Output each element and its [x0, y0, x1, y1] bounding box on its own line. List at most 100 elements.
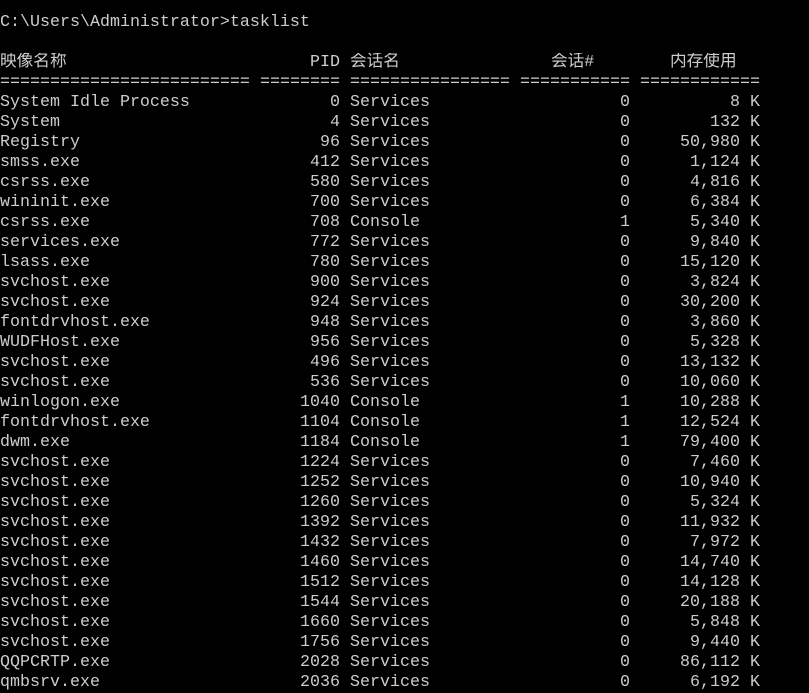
process-mem-usage: 20,188 K: [680, 593, 760, 612]
process-row: qmbsrv.exe 2036 Services 0 6,192 K: [0, 673, 809, 693]
process-session-name: Services: [350, 133, 430, 152]
process-image-name: lsass.exe: [0, 253, 90, 272]
header-session-number: 会话#: [551, 53, 595, 72]
process-session-name: Services: [350, 533, 430, 552]
process-image-name: csrss.exe: [0, 173, 90, 192]
separator-pid: ========: [260, 73, 340, 92]
process-row: fontdrvhost.exe 1104 Console 1 12,524 K: [0, 413, 809, 433]
process-row: WUDFHost.exe 956 Services 0 5,328 K: [0, 333, 809, 353]
process-pid: 900: [310, 273, 340, 292]
process-pid: 948: [310, 313, 340, 332]
process-pid: 4: [330, 113, 340, 132]
process-session-number: 0: [620, 233, 630, 252]
process-session-number: 0: [620, 353, 630, 372]
process-session-number: 0: [620, 673, 630, 692]
process-mem-usage: 5,324 K: [690, 493, 760, 512]
process-session-name: Services: [350, 573, 430, 592]
process-pid: 2028: [300, 653, 340, 672]
header-mem-usage: 内存使用: [670, 53, 737, 72]
process-session-number: 0: [620, 533, 630, 552]
process-image-name: svchost.exe: [0, 273, 110, 292]
process-session-number: 0: [620, 253, 630, 272]
process-pid: 536: [310, 373, 340, 392]
process-session-number: 0: [620, 573, 630, 592]
separator-image-name: =========================: [0, 73, 250, 92]
process-mem-usage: 5,340 K: [690, 213, 760, 232]
process-pid: 96: [320, 133, 340, 152]
process-image-name: svchost.exe: [0, 593, 110, 612]
process-row: dwm.exe 1184 Console 1 79,400 K: [0, 433, 809, 453]
process-pid: 924: [310, 293, 340, 312]
process-pid: 780: [310, 253, 340, 272]
command-prompt: C:\Users\Administrator>: [0, 13, 230, 32]
process-pid: 1512: [300, 573, 340, 592]
process-row: svchost.exe 924 Services 0 30,200 K: [0, 293, 809, 313]
process-row: lsass.exe 780 Services 0 15,120 K: [0, 253, 809, 273]
process-session-name: Services: [350, 553, 430, 572]
process-row: svchost.exe 496 Services 0 13,132 K: [0, 353, 809, 373]
process-session-number: 0: [620, 373, 630, 392]
process-session-number: 1: [620, 413, 630, 432]
process-session-number: 0: [620, 593, 630, 612]
process-session-name: Console: [350, 213, 420, 232]
process-session-name: Services: [350, 93, 430, 112]
process-row: svchost.exe 1224 Services 0 7,460 K: [0, 453, 809, 473]
process-mem-usage: 10,288 K: [680, 393, 760, 412]
command-line: C:\Users\Administrator>tasklist: [0, 13, 809, 33]
process-row: svchost.exe 1756 Services 0 9,440 K: [0, 633, 809, 653]
process-row: services.exe 772 Services 0 9,840 K: [0, 233, 809, 253]
process-pid: 1260: [300, 493, 340, 512]
process-pid: 1392: [300, 513, 340, 532]
process-session-number: 0: [620, 273, 630, 292]
process-session-name: Services: [350, 473, 430, 492]
process-row: svchost.exe 1432 Services 0 7,972 K: [0, 533, 809, 553]
process-image-name: csrss.exe: [0, 213, 90, 232]
process-mem-usage: 6,384 K: [690, 193, 760, 212]
process-row: System Idle Process 0 Services 0 8 K: [0, 93, 809, 113]
process-pid: 1544: [300, 593, 340, 612]
process-session-name: Services: [350, 633, 430, 652]
separator-session-name: ================: [350, 73, 510, 92]
process-pid: 580: [310, 173, 340, 192]
process-session-number: 0: [620, 113, 630, 132]
process-image-name: winlogon.exe: [0, 393, 120, 412]
process-image-name: svchost.exe: [0, 373, 110, 392]
process-image-name: svchost.exe: [0, 613, 110, 632]
process-mem-usage: 9,440 K: [690, 633, 760, 652]
process-session-name: Services: [350, 353, 430, 372]
process-session-name: Services: [350, 333, 430, 352]
process-image-name: wininit.exe: [0, 193, 110, 212]
process-pid: 496: [310, 353, 340, 372]
process-session-name: Services: [350, 673, 430, 692]
process-image-name: svchost.exe: [0, 293, 110, 312]
process-pid: 1104: [300, 413, 340, 432]
process-pid: 0: [330, 93, 340, 112]
process-image-name: fontdrvhost.exe: [0, 313, 150, 332]
process-session-name: Console: [350, 433, 420, 452]
process-row: svchost.exe 1260 Services 0 5,324 K: [0, 493, 809, 513]
process-mem-usage: 14,740 K: [680, 553, 760, 572]
process-mem-usage: 10,940 K: [680, 473, 760, 492]
process-mem-usage: 7,972 K: [690, 533, 760, 552]
process-mem-usage: 12,524 K: [680, 413, 760, 432]
process-row: svchost.exe 900 Services 0 3,824 K: [0, 273, 809, 293]
process-mem-usage: 86,112 K: [680, 653, 760, 672]
process-mem-usage: 15,120 K: [680, 253, 760, 272]
process-row: svchost.exe 1252 Services 0 10,940 K: [0, 473, 809, 493]
process-image-name: svchost.exe: [0, 553, 110, 572]
process-row: svchost.exe 1544 Services 0 20,188 K: [0, 593, 809, 613]
process-session-number: 0: [620, 513, 630, 532]
process-session-name: Services: [350, 293, 430, 312]
process-pid: 772: [310, 233, 340, 252]
process-row: csrss.exe 580 Services 0 4,816 K: [0, 173, 809, 193]
process-mem-usage: 50,980 K: [680, 133, 760, 152]
separator-mem-usage: ============: [640, 73, 760, 92]
process-image-name: svchost.exe: [0, 573, 110, 592]
console-window[interactable]: C:\Users\Administrator>tasklist 映像名称 PID 会…: [0, 0, 809, 693]
process-session-number: 0: [620, 613, 630, 632]
process-row: QQPCRTP.exe 2028 Services 0 86,112 K: [0, 653, 809, 673]
process-mem-usage: 5,328 K: [690, 333, 760, 352]
process-session-name: Services: [350, 233, 430, 252]
process-mem-usage: 5,848 K: [690, 613, 760, 632]
process-row: fontdrvhost.exe 948 Services 0 3,860 K: [0, 313, 809, 333]
